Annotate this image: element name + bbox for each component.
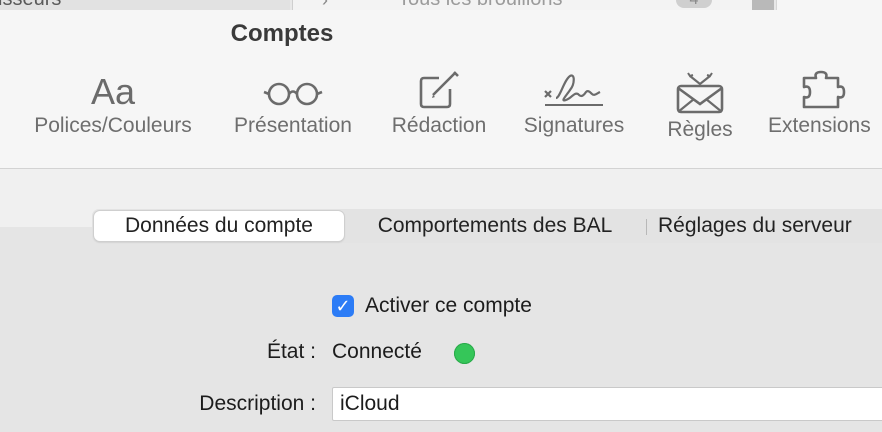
background-list-text: Tous les brouillons [398, 0, 563, 10]
description-label: Description : [199, 392, 316, 415]
enable-account-checkbox[interactable]: ✓ [332, 295, 354, 317]
preferences-toolbar: Comptes Aa Polices/Couleurs Présentation [0, 10, 882, 169]
toolbar-item-rules[interactable]: Règles [662, 70, 738, 160]
toolbar-item-signatures[interactable]: Signatures [516, 70, 632, 160]
tab-account-info[interactable]: Données du compte [94, 211, 344, 241]
toolbar-item-label: Règles [667, 118, 733, 141]
chevron-right-icon: › [322, 0, 328, 10]
status-indicator [454, 343, 475, 364]
tab-server-settings[interactable]: Réglages du serveur [658, 211, 882, 241]
background-scrollbar [752, 0, 774, 10]
tab-divider [646, 219, 647, 235]
background-sidebar: isseurs [0, 0, 290, 10]
puzzle-piece-icon [802, 70, 846, 109]
toolbar-item-fonts-colors[interactable]: Aa Polices/Couleurs [26, 70, 200, 160]
account-tabs: Données du compte Comportements des BAL … [92, 209, 882, 243]
svg-text:Aa: Aa [91, 71, 136, 110]
toolbar-item-label: Signatures [523, 114, 625, 137]
toolbar-item-presentation[interactable]: Présentation [226, 70, 360, 160]
enable-account-label[interactable]: Activer ce compte [365, 293, 532, 319]
toolbar-item-extensions[interactable]: Extensions [768, 70, 882, 160]
toolbar-item-label: Rédaction [391, 114, 487, 137]
description-input[interactable] [332, 387, 882, 421]
window-title: Comptes [230, 20, 334, 47]
toolbar-item-label: Polices/Couleurs [34, 114, 192, 137]
background-sidebar-text: isseurs [0, 0, 61, 10]
tab-mailbox-behaviors[interactable]: Comportements des BAL [354, 211, 636, 241]
toolbar-item-label: Extensions [768, 114, 871, 137]
background-window-strip: isseurs › Tous les brouillons 4 [0, 0, 882, 10]
state-value: Connecté [332, 340, 422, 363]
font-icon: Aa [91, 71, 136, 110]
signature-icon [544, 74, 603, 106]
background-count-badge: 4 [676, 0, 712, 8]
rules-envelope-icon [676, 72, 724, 114]
toolbar-item-label: Présentation [234, 114, 352, 137]
state-label: État : [266, 340, 316, 363]
account-settings-pane: Données du compte Comportements des BAL … [0, 169, 882, 432]
mail-preferences-screen: isseurs › Tous les brouillons 4 Comptes … [0, 0, 882, 432]
toolbar-item-compose[interactable]: Rédaction [386, 70, 492, 160]
glasses-icon [263, 82, 323, 106]
background-preview-pane [776, 0, 882, 10]
compose-icon [419, 71, 459, 109]
